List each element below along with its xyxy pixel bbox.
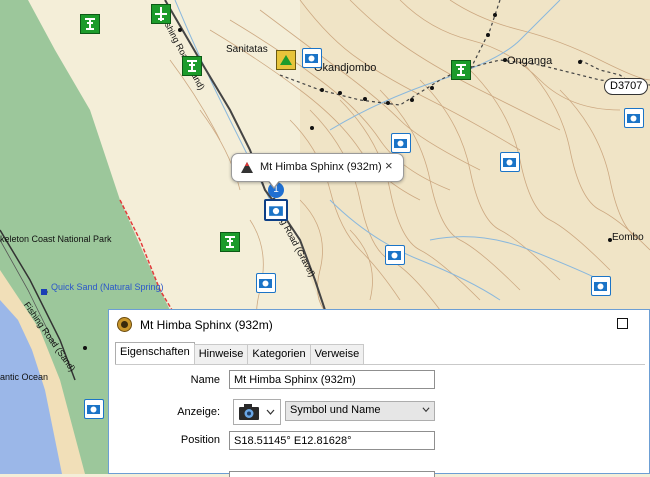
tab-hinweise[interactable]: Hinweise	[193, 344, 249, 365]
lodge-icon[interactable]	[276, 50, 296, 70]
position-field[interactable]	[229, 431, 435, 450]
waypoint-info-bubble[interactable]: Mt Himba Sphinx (932m) ×	[231, 153, 404, 182]
picnic-site-icon[interactable]	[220, 232, 240, 252]
display-label: Anzeige:	[177, 406, 220, 418]
place-label-eombo: Eombo	[612, 232, 644, 243]
display-mode-select[interactable]: Symbol und Name	[285, 401, 435, 421]
camera-icon[interactable]	[500, 152, 520, 172]
mountain-icon	[241, 162, 253, 173]
camera-icon	[239, 404, 259, 420]
camera-icon[interactable]	[385, 245, 405, 265]
bubble-tail-inner	[267, 178, 281, 187]
spring-label: Quick Sand (Natural Spring)	[51, 282, 164, 292]
dialog-tabs: Eigenschaften Hinweise Kategorien Verwei…	[115, 342, 365, 365]
place-label-okandjombo: Okandjombo	[314, 62, 377, 74]
picnic-site-icon[interactable]	[451, 60, 471, 80]
ocean-label: antic Ocean	[0, 372, 49, 382]
camera-icon[interactable]	[591, 276, 611, 296]
camera-icon[interactable]	[256, 273, 276, 293]
camera-icon[interactable]	[624, 108, 644, 128]
dialog-title: Mt Himba Sphinx (932m)	[140, 318, 273, 332]
chevron-down-icon	[422, 407, 430, 413]
name-label: Name	[190, 374, 220, 386]
camera-icon[interactable]	[391, 133, 411, 153]
position-label: Position	[180, 434, 220, 446]
spring-icon	[41, 289, 47, 295]
waypoint-icon	[117, 317, 132, 332]
symbol-picker[interactable]	[233, 399, 281, 425]
name-field[interactable]	[229, 370, 435, 389]
picnic-site-icon[interactable]	[80, 14, 100, 34]
maximize-button[interactable]	[617, 318, 628, 329]
bubble-close-icon[interactable]: ×	[385, 158, 393, 173]
place-label-sanitatas: Sanitatas	[226, 44, 268, 55]
tab-kategorien[interactable]: Kategorien	[247, 344, 311, 365]
chevron-down-icon	[266, 409, 275, 415]
park-label: keleton Coast National Park	[0, 234, 112, 244]
picnic-site-icon[interactable]	[182, 56, 202, 76]
camera-icon[interactable]	[84, 399, 104, 419]
selected-waypoint-marker[interactable]	[264, 199, 288, 221]
dialog-titlebar[interactable]: Mt Himba Sphinx (932m)	[109, 310, 649, 340]
next-field[interactable]	[229, 471, 435, 477]
airstrip-icon[interactable]	[151, 4, 171, 24]
road-shield-d3707: D3707	[604, 78, 649, 95]
place-label-onganga: Onganga	[507, 55, 553, 67]
waypoint-properties-dialog: Mt Himba Sphinx (932m) Eigenschaften Hin…	[108, 309, 650, 477]
tab-verweise[interactable]: Verweise	[309, 344, 365, 365]
camera-icon[interactable]	[302, 48, 322, 68]
bubble-title: Mt Himba Sphinx (932m)	[260, 161, 382, 173]
tab-eigenschaften[interactable]: Eigenschaften	[115, 342, 195, 365]
display-mode-value: Symbol und Name	[290, 404, 381, 416]
